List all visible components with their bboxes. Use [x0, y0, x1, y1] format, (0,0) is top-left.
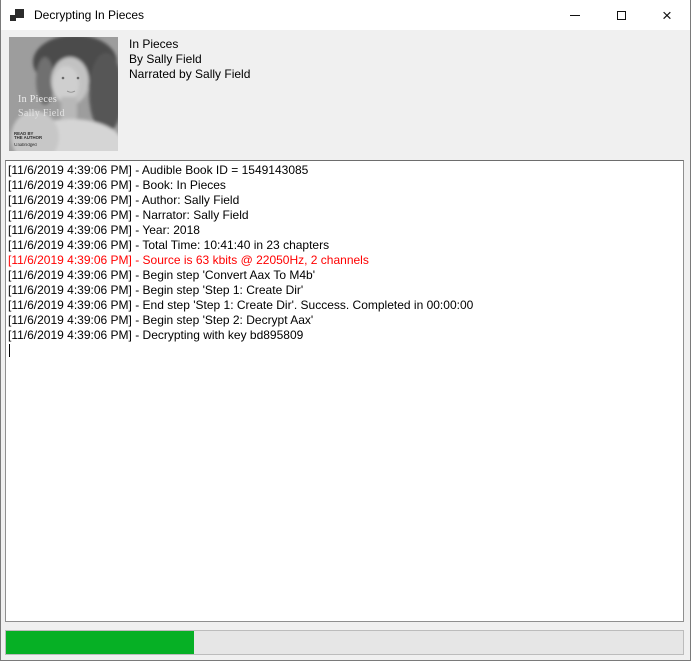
log-line: [11/6/2019 4:39:06 PM] - Begin step 'Ste…	[8, 283, 681, 298]
title-bar[interactable]: Decrypting In Pieces ×	[1, 0, 690, 30]
close-button[interactable]: ×	[644, 0, 690, 30]
log-line: [11/6/2019 4:39:06 PM] - Source is 63 kb…	[8, 253, 681, 268]
log-line: [11/6/2019 4:39:06 PM] - Book: In Pieces	[8, 178, 681, 193]
book-narrator: Narrated by Sally Field	[129, 67, 250, 82]
maximize-icon	[617, 11, 626, 20]
app-window: Decrypting In Pieces ×	[0, 0, 691, 661]
log-line: [11/6/2019 4:39:06 PM] - Begin step 'Ste…	[8, 313, 681, 328]
book-title: In Pieces	[129, 37, 250, 52]
log-line: [11/6/2019 4:39:06 PM] - Year: 2018	[8, 223, 681, 238]
log-line: [11/6/2019 4:39:06 PM] - Audible Book ID…	[8, 163, 681, 178]
cover-author-text: Sally Field	[18, 108, 65, 119]
minimize-button[interactable]	[552, 0, 598, 30]
log-line: [11/6/2019 4:39:06 PM] - Narrator: Sally…	[8, 208, 681, 223]
window-title: Decrypting In Pieces	[34, 8, 144, 22]
progress-bar	[5, 630, 684, 655]
app-icon[interactable]	[10, 7, 26, 23]
cover-read-by-text: READ BY THE AUTHOR	[14, 132, 42, 141]
log-textbox[interactable]: [11/6/2019 4:39:06 PM] - Audible Book ID…	[5, 160, 684, 622]
log-line: [11/6/2019 4:39:06 PM] - Begin step 'Con…	[8, 268, 681, 283]
close-icon: ×	[662, 7, 672, 24]
app-icon-square-large	[15, 9, 24, 18]
log-line: [11/6/2019 4:39:06 PM] - Decrypting with…	[8, 328, 681, 343]
text-cursor	[9, 344, 10, 357]
log-line: [11/6/2019 4:39:06 PM] - Author: Sally F…	[8, 193, 681, 208]
book-author: By Sally Field	[129, 52, 250, 67]
log-line: [11/6/2019 4:39:06 PM] - End step 'Step …	[8, 298, 681, 313]
book-cover-art: In Pieces Sally Field READ BY THE AUTHOR…	[9, 37, 118, 151]
cover-title-text: In Pieces	[18, 94, 57, 105]
log-line: [11/6/2019 4:39:06 PM] - Total Time: 10:…	[8, 238, 681, 253]
cover-edition-text: Unabridged	[14, 143, 37, 148]
maximize-button[interactable]	[598, 0, 644, 30]
window-controls: ×	[552, 0, 690, 30]
minimize-icon	[570, 15, 580, 16]
book-info: In Pieces By Sally Field Narrated by Sal…	[129, 37, 250, 82]
progress-fill	[6, 631, 194, 654]
